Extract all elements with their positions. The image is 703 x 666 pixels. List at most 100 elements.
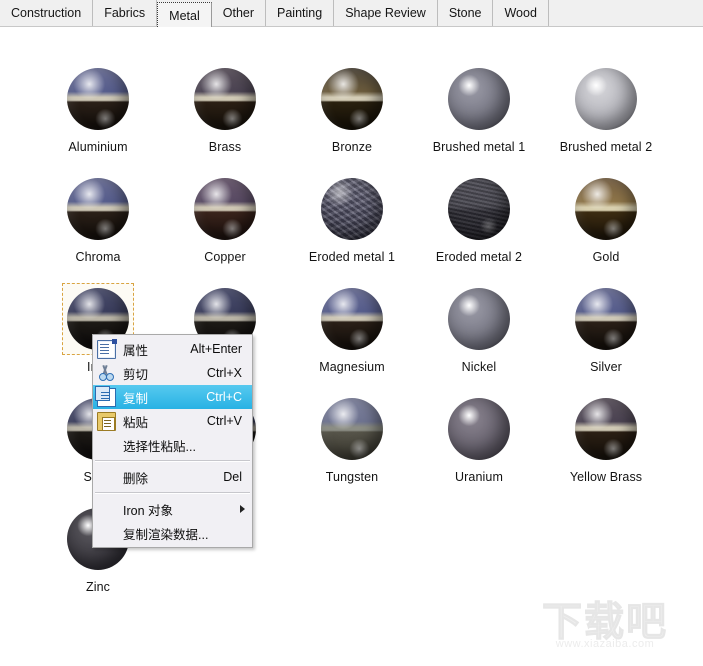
paste-icon <box>95 411 117 431</box>
menu-item-shortcut: Alt+Enter <box>190 342 242 356</box>
material-swatch[interactable] <box>189 173 261 245</box>
context-menu[interactable]: 属性 Alt+Enter 剪切 Ctrl+X 复制 Ctrl+C 粘贴 Ctrl+V 选择性粘贴… <box>92 334 253 548</box>
material-label: Gold <box>592 250 620 264</box>
material-label: Nickel <box>461 360 497 374</box>
material-sphere-preview <box>67 68 129 130</box>
material-sphere-preview <box>194 178 256 240</box>
material-label: Brass <box>208 140 242 154</box>
category-tabstrip[interactable]: Construction Fabrics Metal Other Painting Sha… <box>0 0 703 29</box>
material-item[interactable]: Gold <box>543 170 669 264</box>
material-swatch[interactable] <box>570 173 642 245</box>
material-swatch[interactable] <box>443 63 515 135</box>
material-item[interactable]: Nickel <box>416 280 542 374</box>
material-swatch[interactable] <box>570 283 642 355</box>
material-swatch-wrap <box>162 170 288 248</box>
material-item[interactable]: Brushed metal 1 <box>416 60 542 154</box>
menu-item[interactable]: 属性 Alt+Enter <box>93 337 252 361</box>
material-swatch-wrap <box>35 60 161 138</box>
tab-construction[interactable]: Construction <box>0 0 94 26</box>
material-label: Bronze <box>331 140 373 154</box>
material-sphere-preview <box>194 68 256 130</box>
material-swatch[interactable] <box>443 393 515 465</box>
material-swatch[interactable] <box>443 173 515 245</box>
material-swatch-wrap <box>543 60 669 138</box>
menu-item[interactable]: 剪切 Ctrl+X <box>93 361 252 385</box>
menu-item[interactable]: 删除 Del <box>93 465 252 489</box>
material-swatch-wrap <box>289 60 415 138</box>
cut-icon <box>95 363 117 383</box>
material-item[interactable]: Silver <box>543 280 669 374</box>
material-sphere-preview <box>321 178 383 240</box>
material-swatch-wrap <box>416 280 542 358</box>
tab-wood[interactable]: Wood <box>493 0 549 26</box>
tab-stone[interactable]: Stone <box>438 0 494 26</box>
menu-item[interactable]: 选择性粘贴... <box>93 433 252 457</box>
material-item[interactable]: Brushed metal 2 <box>543 60 669 154</box>
material-swatch[interactable] <box>570 63 642 135</box>
material-item[interactable]: Eroded metal 1 <box>289 170 415 264</box>
menu-item[interactable]: 复制 Ctrl+C <box>93 385 252 409</box>
material-item[interactable]: Yellow Brass <box>543 390 669 484</box>
material-item[interactable]: Tungsten <box>289 390 415 484</box>
material-sphere-preview <box>575 288 637 350</box>
material-item[interactable]: Magnesium <box>289 280 415 374</box>
material-sphere-preview <box>448 288 510 350</box>
menu-item[interactable]: 复制渲染数据... <box>93 521 252 545</box>
material-swatch[interactable] <box>570 393 642 465</box>
tab-label: Metal <box>169 9 200 23</box>
material-sphere-preview <box>575 68 637 130</box>
material-sphere-preview <box>67 178 129 240</box>
material-label: Brushed metal 2 <box>559 140 653 154</box>
material-swatch-wrap <box>543 170 669 248</box>
menu-item-label: 复制渲染数据... <box>123 527 209 542</box>
menu-item-label: 剪切 <box>123 367 149 382</box>
tab-fabrics[interactable]: Fabrics <box>93 0 158 26</box>
material-item[interactable]: Bronze <box>289 60 415 154</box>
material-browser-window: Construction Fabrics Metal Other Painting Sha… <box>0 0 703 666</box>
material-swatch[interactable] <box>189 63 261 135</box>
tab-other[interactable]: Other <box>212 0 267 26</box>
material-label: Tungsten <box>325 470 379 484</box>
material-label: Eroded metal 2 <box>435 250 523 264</box>
tab-label: Shape Review <box>345 6 426 20</box>
menu-item-label: 选择性粘贴... <box>123 439 196 454</box>
tab-shape-review[interactable]: Shape Review <box>334 0 438 26</box>
material-label: Magnesium <box>319 360 385 374</box>
material-item[interactable]: Eroded metal 2 <box>416 170 542 264</box>
material-item[interactable]: Chroma <box>35 170 161 264</box>
material-label: Zinc <box>85 580 110 594</box>
material-swatch[interactable] <box>316 173 388 245</box>
menu-item-shortcut: Ctrl+C <box>206 390 242 404</box>
tab-painting[interactable]: Painting <box>266 0 335 26</box>
tab-label: Stone <box>448 6 482 20</box>
menu-item-shortcut: Ctrl+X <box>206 366 242 380</box>
material-item[interactable]: Brass <box>162 60 288 154</box>
material-sphere-preview <box>448 68 510 130</box>
menu-item-label: 粘贴 <box>123 415 149 430</box>
material-swatch-wrap <box>416 170 542 248</box>
material-swatch[interactable] <box>316 63 388 135</box>
material-label: Eroded metal 1 <box>308 250 396 264</box>
material-swatch[interactable] <box>62 63 134 135</box>
menu-item-label: 复制 <box>123 391 149 406</box>
menu-item[interactable]: Iron 对象 <box>93 497 252 521</box>
copy-icon <box>95 386 117 407</box>
material-swatch[interactable] <box>316 283 388 355</box>
material-swatch[interactable] <box>443 283 515 355</box>
material-sphere-preview <box>321 288 383 350</box>
material-sphere-preview <box>321 398 383 460</box>
material-item[interactable]: Copper <box>162 170 288 264</box>
tab-label: Fabrics <box>104 6 146 20</box>
material-label: Brushed metal 1 <box>432 140 526 154</box>
material-swatch[interactable] <box>316 393 388 465</box>
material-sphere-preview <box>575 178 637 240</box>
tab-label: Wood <box>504 6 537 20</box>
tab-metal[interactable]: Metal <box>157 2 212 29</box>
material-label: Copper <box>204 250 246 264</box>
material-item[interactable]: Aluminium <box>35 60 161 154</box>
material-swatch[interactable] <box>62 173 134 245</box>
material-swatch-wrap <box>289 390 415 468</box>
material-item[interactable]: Uranium <box>416 390 542 484</box>
tab-label: Painting <box>277 6 323 20</box>
menu-item[interactable]: 粘贴 Ctrl+V <box>93 409 252 433</box>
